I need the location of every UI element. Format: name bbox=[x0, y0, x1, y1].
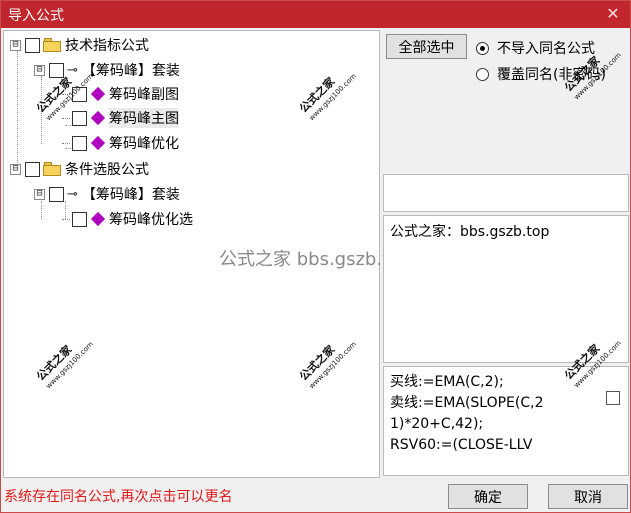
radio-label: 覆盖同名(非密码) bbox=[497, 67, 606, 83]
tree-node-label: 技术指标公式 bbox=[65, 38, 149, 54]
tree-checkbox[interactable] bbox=[72, 211, 87, 227]
radio-no-import-duplicates[interactable]: 不导入同名公式 bbox=[476, 38, 595, 58]
tree-node-chip-suite-select[interactable]: ⊟ ⊸ 【筹码峰】套装 bbox=[34, 183, 180, 205]
tree-node-label: 【筹码峰】套装 bbox=[81, 187, 180, 203]
tree-node-chip-optimize[interactable]: 筹码峰优化 bbox=[62, 132, 179, 154]
tree-node-stock-selection[interactable]: ⊟ 条件选股公式 bbox=[10, 158, 149, 180]
formula-icon bbox=[90, 211, 106, 227]
description-text: 公式之家：bbs.gszb.top bbox=[390, 224, 550, 240]
watermark-logo: 公式之家 www.gszj100.com bbox=[297, 72, 358, 123]
tree-checkbox[interactable] bbox=[49, 186, 64, 202]
tree-checkbox[interactable] bbox=[72, 135, 87, 151]
window-title: 导入公式 bbox=[8, 8, 64, 24]
watermark-logo: 公式之家 www.gszj100.com bbox=[297, 340, 358, 391]
tree-node-label: 【筹码峰】套装 bbox=[81, 63, 180, 79]
tree-node-chip-suite-tech[interactable]: ⊟ ⊸ 【筹码峰】套装 bbox=[34, 59, 180, 81]
formula-code-box[interactable]: 买线:=EMA(C,2); 卖线:=EMA(SLOPE(C,21)*20+C,4… bbox=[383, 366, 629, 476]
radio-label: 不导入同名公式 bbox=[497, 41, 595, 57]
tree-node-chip-optimize-select[interactable]: 筹码峰优化选 bbox=[62, 208, 193, 230]
key-icon: ⊸ bbox=[67, 186, 78, 202]
title-bar[interactable]: 导入公式 ✕ bbox=[1, 1, 630, 28]
folder-icon bbox=[43, 162, 61, 176]
tree-checkbox[interactable] bbox=[25, 37, 40, 53]
select-all-button[interactable]: 全部选中 bbox=[386, 34, 467, 59]
formula-code-text: 买线:=EMA(C,2); 卖线:=EMA(SLOPE(C,21)*20+C,4… bbox=[390, 374, 544, 453]
collapse-icon[interactable]: ⊟ bbox=[34, 188, 45, 200]
formula-tree[interactable]: ⊟ 技术指标公式 ⊟ ⊸ 【筹码峰】套装 筹码峰副图 筹码峰主图 筹码峰优化 ⊟… bbox=[3, 30, 380, 478]
status-message: 系统存在同名公式,再次点击可以更名 bbox=[4, 489, 233, 505]
options-panel: 全部选中 不导入同名公式 覆盖同名(非密码) 公式之家：bbs.gszb.top… bbox=[382, 30, 630, 478]
close-icon[interactable]: ✕ bbox=[604, 4, 622, 24]
tree-node-chip-main-chart[interactable]: 筹码峰主图 bbox=[62, 107, 179, 129]
collapse-icon[interactable]: ⊟ bbox=[10, 39, 21, 51]
tree-node-label: 筹码峰优化 bbox=[109, 136, 179, 152]
collapse-icon[interactable]: ⊟ bbox=[10, 163, 21, 175]
tree-checkbox[interactable] bbox=[49, 62, 64, 78]
description-box: 公式之家：bbs.gszb.top bbox=[383, 215, 629, 363]
tree-node-tech-indicators[interactable]: ⊟ 技术指标公式 bbox=[10, 34, 149, 56]
tree-checkbox[interactable] bbox=[72, 86, 87, 102]
watermark-logo: 公式之家 www.gszj100.com bbox=[34, 340, 95, 391]
tree-checkbox[interactable] bbox=[25, 161, 40, 177]
folder-icon bbox=[43, 38, 61, 52]
formula-icon bbox=[90, 110, 106, 126]
cancel-button[interactable]: 取消 bbox=[548, 484, 628, 509]
tree-node-chip-sub-chart[interactable]: 筹码峰副图 bbox=[62, 83, 179, 105]
collapse-icon[interactable]: ⊟ bbox=[34, 64, 45, 76]
code-checkbox[interactable] bbox=[606, 391, 620, 405]
tree-node-label: 筹码峰优化选 bbox=[109, 212, 193, 228]
formula-icon bbox=[90, 135, 106, 151]
tree-checkbox[interactable] bbox=[72, 110, 87, 126]
import-formula-dialog: 导入公式 ✕ ⊟ 技术指标公式 ⊟ ⊸ 【筹码峰】套装 筹码峰副图 筹码峰主图 … bbox=[0, 0, 631, 513]
key-icon: ⊸ bbox=[67, 62, 78, 78]
tree-node-label: 筹码峰主图 bbox=[109, 108, 179, 128]
tree-node-label: 筹码峰副图 bbox=[109, 87, 179, 103]
radio-button[interactable] bbox=[476, 41, 489, 55]
formula-icon bbox=[90, 86, 106, 102]
ok-button[interactable]: 确定 bbox=[448, 484, 528, 509]
radio-button[interactable] bbox=[476, 67, 489, 81]
blank-field bbox=[383, 174, 629, 212]
tree-node-label: 条件选股公式 bbox=[65, 162, 149, 178]
radio-overwrite-duplicates[interactable]: 覆盖同名(非密码) bbox=[476, 64, 606, 84]
